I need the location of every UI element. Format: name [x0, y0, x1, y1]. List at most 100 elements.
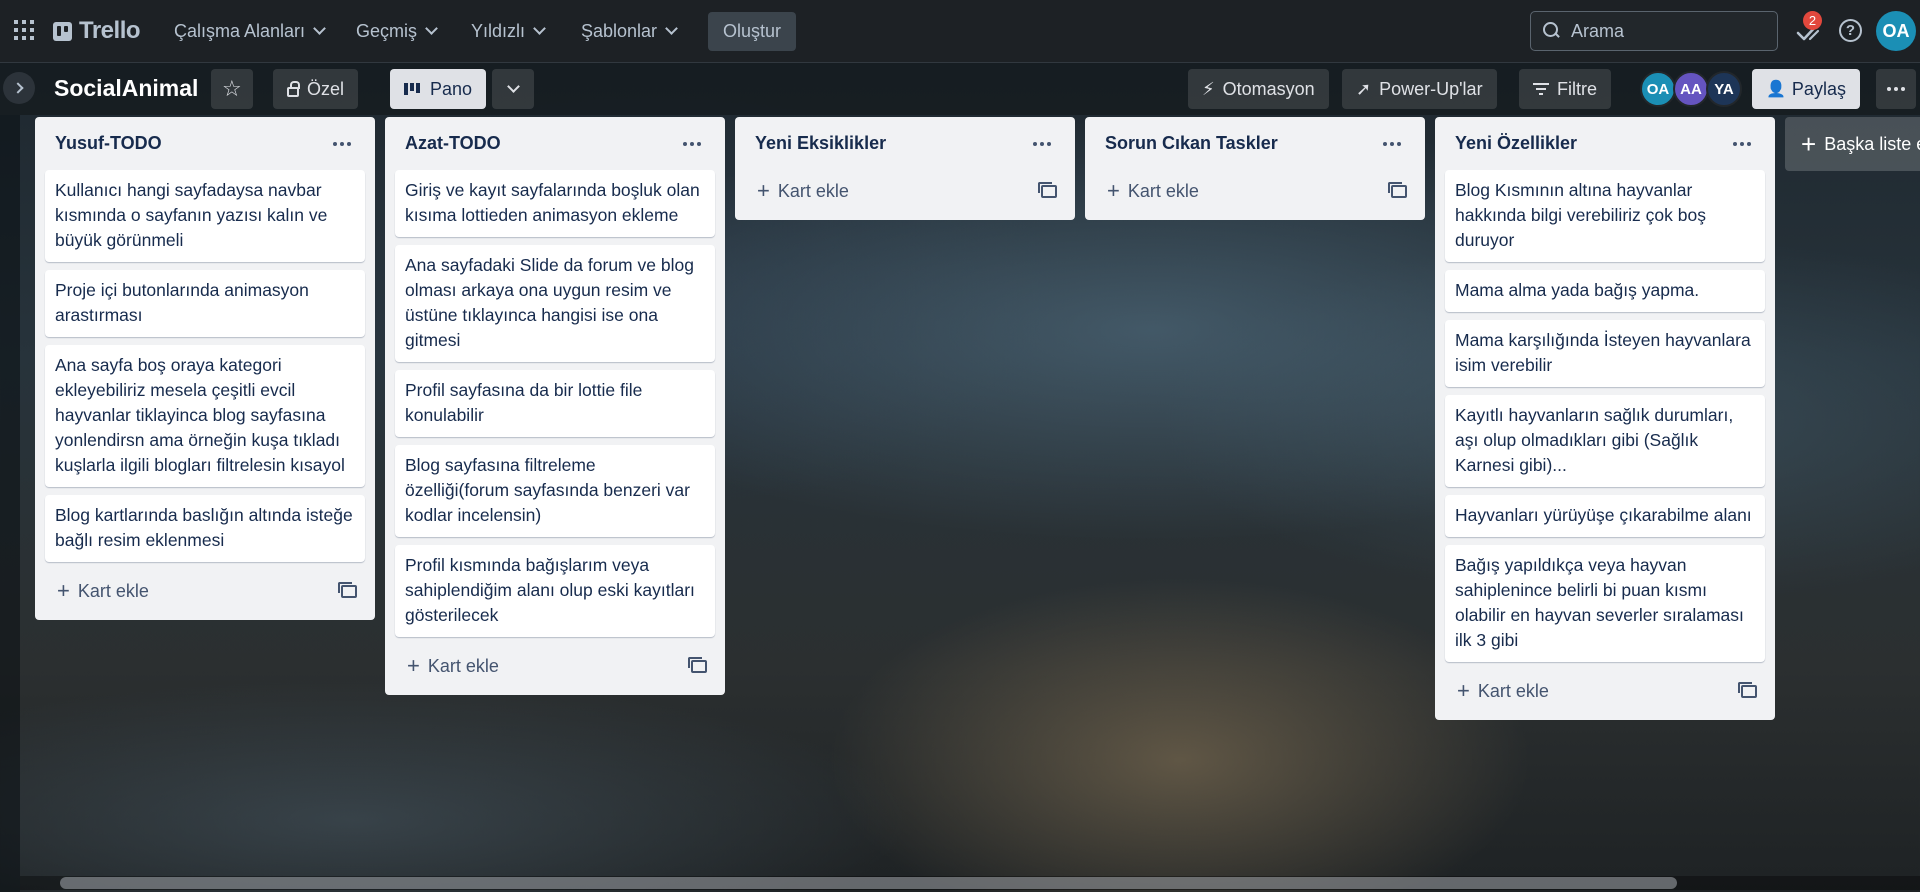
card[interactable]: Blog sayfasına filtreleme özelliği(forum… — [395, 445, 715, 537]
plus-icon: + — [1107, 178, 1120, 203]
app-switcher-icon[interactable] — [14, 20, 34, 40]
automation-button[interactable]: ⚡ Otomasyon — [1188, 69, 1329, 109]
plus-icon: + — [407, 653, 420, 678]
card[interactable]: Bağış yapıldıkça veya hayvan sahipleninc… — [1445, 545, 1765, 662]
user-avatar[interactable]: OA — [1876, 11, 1916, 51]
list-header[interactable]: Sorun Cıkan Taskler — [1095, 117, 1415, 170]
add-card-row: + Kart ekle — [745, 170, 1065, 212]
add-card-row: + Kart ekle — [395, 645, 715, 687]
list-menu-button[interactable] — [1377, 136, 1407, 152]
card[interactable]: Ana sayfa boş oraya kategori ekleyebilir… — [45, 345, 365, 487]
add-card-label: Kart ekle — [77, 580, 149, 601]
more-dot — [1047, 141, 1051, 146]
card[interactable]: Giriş ve kayıt sayfalarında boşluk olan … — [395, 170, 715, 237]
card[interactable]: Ana sayfadaki Slide da forum ve blog olm… — [395, 245, 715, 362]
card[interactable]: Mama karşılığında İsteyen hayvanlara isi… — [1445, 320, 1765, 387]
card[interactable]: Kullanıcı hangi sayfadaysa navbar kısmın… — [45, 170, 365, 262]
starred-menu[interactable]: Yıldızlı — [463, 12, 552, 50]
templates-menu[interactable]: Şablonlar — [573, 12, 684, 50]
filter-button[interactable]: Filtre — [1519, 69, 1611, 109]
add-another-list-label: Başka liste ekle — [1824, 133, 1920, 154]
recent-menu[interactable]: Geçmiş — [348, 12, 444, 50]
list-header[interactable]: Yusuf-TODO — [45, 117, 365, 170]
list-title[interactable]: Sorun Cıkan Taskler — [1105, 133, 1278, 154]
list-header[interactable]: Azat-TODO — [395, 117, 715, 170]
list-menu-button[interactable] — [1027, 136, 1057, 152]
more-dot — [1040, 141, 1044, 146]
list-title[interactable]: Yeni Eksiklikler — [755, 133, 886, 154]
add-card-button[interactable]: + Kart ekle — [1107, 180, 1199, 202]
sidebar-expand-button[interactable] — [3, 72, 35, 104]
chevron-down-icon — [425, 22, 438, 35]
list-menu-button[interactable] — [1727, 136, 1757, 152]
trello-logo[interactable]: Trello — [53, 17, 141, 44]
view-switcher-button[interactable] — [492, 69, 534, 109]
card[interactable]: Mama alma yada bağış yapma. — [1445, 270, 1765, 312]
list-title[interactable]: Yeni Özellikler — [1455, 133, 1577, 154]
create-from-template-icon[interactable] — [1388, 181, 1407, 198]
create-from-template-icon[interactable] — [688, 656, 707, 673]
card[interactable]: Proje içi butonlarında animasyon arastır… — [45, 270, 365, 337]
add-card-button[interactable]: + Kart ekle — [407, 655, 499, 677]
filter-label: Filtre — [1557, 78, 1597, 99]
card[interactable]: Profil kısmında bağışlarım veya sahiplen… — [395, 545, 715, 637]
create-from-template-icon[interactable] — [1738, 681, 1757, 698]
member-avatar[interactable]: AA — [1673, 71, 1709, 107]
list-menu-button[interactable] — [327, 136, 357, 152]
list-header[interactable]: Yeni Özellikler — [1445, 117, 1765, 170]
workspaces-menu[interactable]: Çalışma Alanları — [166, 12, 332, 50]
member-avatar[interactable]: YA — [1706, 71, 1742, 107]
lightning-bolt-icon: ⚡ — [1202, 78, 1215, 99]
card[interactable]: Profil sayfasına da bir lottie file konu… — [395, 370, 715, 437]
star-board-button[interactable]: ☆ — [211, 69, 253, 109]
more-dot — [690, 141, 694, 146]
board-menu-button[interactable] — [1876, 69, 1916, 109]
list-menu-button[interactable] — [677, 136, 707, 152]
add-card-button[interactable]: + Kart ekle — [57, 580, 149, 602]
search-box[interactable] — [1530, 11, 1778, 51]
member-avatar[interactable]: OA — [1640, 71, 1676, 107]
horizontal-scrollbar-thumb[interactable] — [60, 877, 1677, 889]
help-icon[interactable]: ? — [1839, 19, 1862, 42]
collapsed-sidebar[interactable] — [0, 115, 20, 892]
add-card-label: Kart ekle — [427, 655, 499, 676]
add-card-row: + Kart ekle — [1445, 670, 1765, 712]
add-person-icon: 👤 — [1766, 81, 1786, 98]
list-title[interactable]: Azat-TODO — [405, 133, 501, 154]
top-navigation: Trello Çalışma Alanları Geçmiş Yıldızlı … — [0, 0, 1920, 63]
more-dot — [1733, 141, 1737, 146]
recent-menu-label: Geçmiş — [356, 20, 418, 41]
create-from-template-icon[interactable] — [338, 581, 357, 598]
star-icon: ☆ — [222, 76, 242, 101]
list-header[interactable]: Yeni Eksiklikler — [745, 117, 1065, 170]
board-title[interactable]: SocialAnimal — [54, 75, 198, 102]
plus-icon: + — [57, 578, 70, 603]
add-card-button[interactable]: + Kart ekle — [1457, 680, 1549, 702]
more-dot — [347, 141, 351, 146]
filter-icon — [1533, 83, 1549, 95]
chevron-down-icon — [665, 22, 678, 35]
plus-icon: + — [757, 178, 770, 203]
card[interactable]: Blog Kısmının altına hayvanlar hakkında … — [1445, 170, 1765, 262]
more-dot — [1390, 141, 1394, 146]
create-button[interactable]: Oluştur — [708, 12, 796, 51]
search-input[interactable] — [1571, 20, 1771, 42]
visibility-button[interactable]: Özel — [273, 69, 359, 109]
templates-menu-label: Şablonlar — [581, 20, 658, 41]
add-another-list-button[interactable]: + Başka liste ekle — [1785, 117, 1920, 171]
card[interactable]: Kayıtlı hayvanların sağlık durumları, aş… — [1445, 395, 1765, 487]
card[interactable]: Blog kartlarında baslığın altında isteğe… — [45, 495, 365, 562]
add-card-button[interactable]: + Kart ekle — [757, 180, 849, 202]
board-view-button[interactable]: Pano — [390, 69, 487, 109]
create-from-template-icon[interactable] — [1038, 181, 1057, 198]
powerups-button[interactable]: ➚ Power-Up'lar — [1342, 69, 1497, 109]
card[interactable]: Hayvanları yürüyüşe çıkarabilme alanı — [1445, 495, 1765, 537]
chevron-down-icon — [506, 80, 520, 93]
chevron-down-icon — [533, 22, 546, 35]
list-title[interactable]: Yusuf-TODO — [55, 133, 162, 154]
add-card-row: + Kart ekle — [45, 570, 365, 612]
share-button[interactable]: 👤 Paylaş — [1752, 69, 1860, 109]
board-header: SocialAnimal ☆ Özel Pano ⚡ Otomasyon ➚ P… — [0, 63, 1920, 115]
list-yusuf-todo: Yusuf-TODO Kullanıcı hangi sayfadaysa na… — [35, 117, 375, 620]
more-dot — [1740, 141, 1744, 146]
